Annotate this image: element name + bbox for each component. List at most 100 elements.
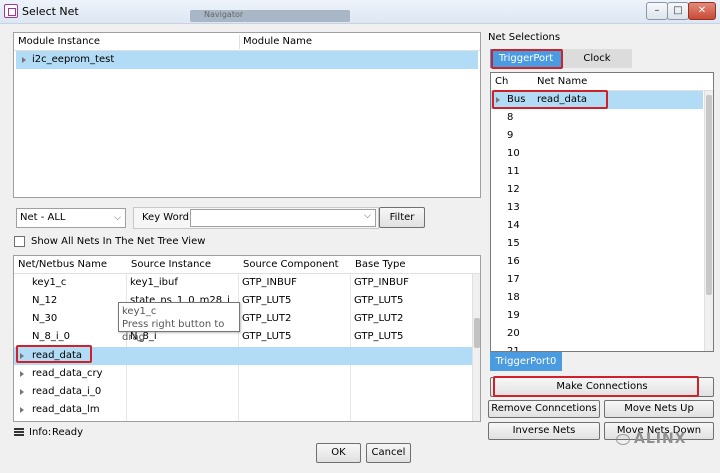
- base-type: GTP_LUT5: [354, 295, 404, 306]
- source-instance: key1_ibuf: [130, 277, 178, 288]
- net-selections-title: Net Selections: [488, 32, 561, 43]
- selection-scrollbar[interactable]: [704, 91, 713, 351]
- source-component: GTP_LUT5: [242, 295, 292, 306]
- app-icon: [4, 4, 18, 18]
- module-instance-name: i2c_eeprom_test: [32, 54, 115, 65]
- net-name: N_12: [32, 295, 58, 306]
- make-connections-button[interactable]: Make Connections: [490, 377, 714, 397]
- expand-arrow-icon[interactable]: [20, 371, 24, 377]
- table-row[interactable]: read_data_i_0: [14, 383, 472, 401]
- net-name: read_data_cry: [32, 368, 103, 379]
- net-name: N_30: [32, 313, 58, 324]
- close-button[interactable]: ✕: [688, 2, 716, 20]
- column-base-type[interactable]: Base Type: [351, 256, 406, 274]
- net-name: read_data: [32, 350, 83, 361]
- status-value: Ready: [52, 427, 84, 438]
- chevron-down-icon: ⌵: [114, 213, 121, 223]
- background-window-tab: Navigator: [190, 10, 350, 22]
- keyword-label: Key Word:: [142, 212, 193, 223]
- title-bar: Select Net Navigator – □ ✕: [0, 0, 720, 24]
- channel-row[interactable]: 10: [507, 145, 713, 163]
- channel-row[interactable]: 20: [507, 325, 713, 343]
- source-component: GTP_INBUF: [242, 277, 297, 288]
- channel-row[interactable]: 11: [507, 163, 713, 181]
- filter-button[interactable]: Filter: [379, 207, 425, 228]
- drag-tooltip: key1_c Press right button to drag: [118, 302, 240, 343]
- chevron-down-icon: ⌵: [364, 211, 371, 221]
- expand-arrow-icon[interactable]: [20, 407, 24, 413]
- show-all-checkbox[interactable]: [14, 236, 25, 247]
- ok-button[interactable]: OK: [316, 443, 361, 463]
- info-icon: [14, 428, 24, 437]
- column-module-name[interactable]: Module Name: [239, 33, 312, 51]
- table-row[interactable]: N_30 GTP_LUT2 GTP_LUT2: [14, 310, 472, 328]
- bus-row[interactable]: Bus read_data: [491, 91, 703, 109]
- channel-row[interactable]: 8: [507, 109, 713, 127]
- net-type-selected: Net - ALL: [20, 212, 66, 223]
- tab-triggerport[interactable]: TriggerPort: [490, 49, 562, 68]
- base-type: GTP_LUT2: [354, 313, 404, 324]
- column-module-instance[interactable]: Module Instance: [14, 33, 100, 51]
- tab-clock[interactable]: Clock: [562, 49, 632, 68]
- remove-connections-button[interactable]: Remove Conncetions: [488, 400, 600, 418]
- cancel-button[interactable]: Cancel: [366, 443, 411, 463]
- tab-triggerport0[interactable]: TriggerPort0: [490, 352, 562, 371]
- net-table-body: key1_c key1_ibuf GTP_INBUF GTP_INBUF N_1…: [14, 274, 472, 421]
- base-type: GTP_INBUF: [354, 277, 409, 288]
- expand-arrow-icon[interactable]: [20, 353, 24, 359]
- source-component: GTP_LUT5: [242, 331, 292, 342]
- table-row-selected[interactable]: read_data: [14, 347, 472, 365]
- source-component: GTP_LUT2: [242, 313, 292, 324]
- column-ch[interactable]: Ch: [491, 73, 508, 91]
- net-name: read_data_lm: [32, 404, 100, 415]
- channel-row[interactable]: 17: [507, 271, 713, 289]
- bus-label: Bus: [507, 94, 526, 105]
- net-name: N_8_i_0: [32, 331, 70, 342]
- status-label: Info:: [29, 427, 52, 438]
- net-name: read_data_i_0: [32, 386, 102, 397]
- expand-arrow-icon[interactable]: [22, 57, 26, 63]
- column-net-name[interactable]: Net/Netbus Name: [14, 256, 107, 274]
- channel-row[interactable]: 21: [507, 343, 713, 351]
- channel-row[interactable]: 15: [507, 235, 713, 253]
- keyword-combobox[interactable]: ⌵: [190, 209, 376, 227]
- tooltip-hint: Press right button to drag: [122, 319, 225, 343]
- channel-row[interactable]: 16: [507, 253, 713, 271]
- expand-arrow-icon[interactable]: [20, 389, 24, 395]
- table-row[interactable]: N_12 state_ns_1_0_m28_i GTP_LUT5 GTP_LUT…: [14, 292, 472, 310]
- expand-arrow-icon[interactable]: [496, 97, 500, 103]
- channel-row[interactable]: 18: [507, 289, 713, 307]
- module-table: Module Instance Module Name i2c_eeprom_t…: [13, 32, 481, 198]
- column-net-name[interactable]: Net Name: [533, 73, 587, 91]
- module-table-header: Module Instance Module Name: [14, 33, 480, 51]
- minimize-button[interactable]: –: [646, 2, 668, 20]
- bus-net-name: read_data: [537, 94, 588, 105]
- inverse-nets-button[interactable]: Inverse Nets: [488, 422, 600, 440]
- net-table-scrollbar[interactable]: [472, 274, 480, 421]
- net-type-dropdown[interactable]: Net - ALL ⌵: [16, 208, 126, 228]
- table-row[interactable]: key1_c key1_ibuf GTP_INBUF GTP_INBUF: [14, 274, 472, 292]
- channel-row[interactable]: 14: [507, 217, 713, 235]
- channel-row[interactable]: 13: [507, 199, 713, 217]
- background-tab-label: Navigator: [204, 10, 244, 19]
- show-all-label: Show All Nets In The Net Tree View: [31, 236, 206, 247]
- net-selection-table: Ch Net Name Bus read_data 8 9 10 11 12 1…: [490, 72, 714, 352]
- table-row[interactable]: read_data_cry: [14, 365, 472, 383]
- column-source-instance[interactable]: Source Instance: [127, 256, 211, 274]
- maximize-button[interactable]: □: [667, 2, 689, 20]
- scrollbar-thumb[interactable]: [706, 95, 712, 295]
- net-table: Net/Netbus Name Source Instance Source C…: [13, 255, 481, 422]
- selection-table-header: Ch Net Name: [491, 73, 713, 91]
- net-name: key1_c: [32, 277, 67, 288]
- table-row[interactable]: N_8_i_0 N_8_i GTP_LUT5 GTP_LUT5: [14, 328, 472, 346]
- module-row[interactable]: i2c_eeprom_test: [16, 51, 478, 69]
- channel-row[interactable]: 19: [507, 307, 713, 325]
- watermark: ALINX: [634, 431, 687, 447]
- column-source-component[interactable]: Source Component: [239, 256, 339, 274]
- move-nets-up-button[interactable]: Move Nets Up: [604, 400, 714, 418]
- channel-row[interactable]: 12: [507, 181, 713, 199]
- scrollbar-thumb[interactable]: [474, 318, 480, 348]
- channel-row[interactable]: 9: [507, 127, 713, 145]
- base-type: GTP_LUT5: [354, 331, 404, 342]
- table-row[interactable]: read_data_lm: [14, 401, 472, 419]
